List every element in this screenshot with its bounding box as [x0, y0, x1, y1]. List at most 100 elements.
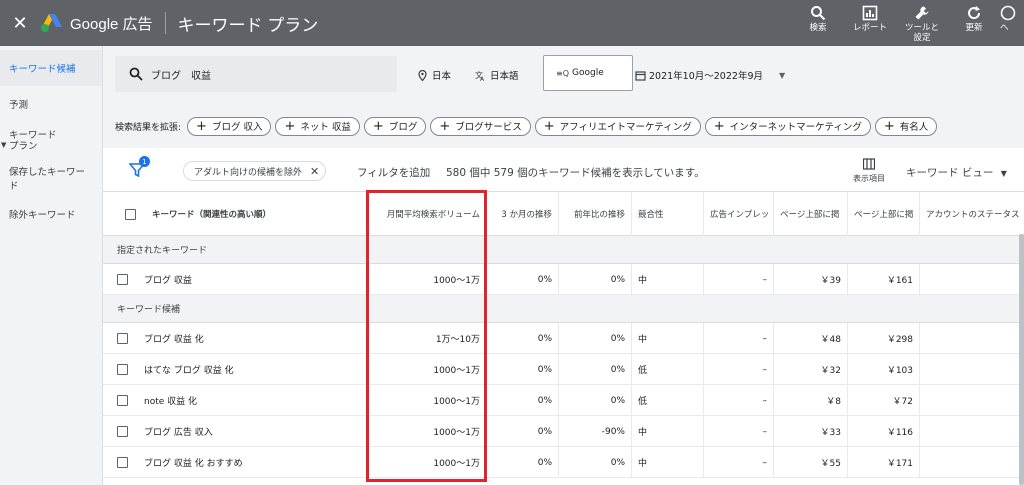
- help-button-label: ヘ: [1000, 23, 1009, 33]
- columns-label: 表示項目: [853, 174, 885, 183]
- bid-high-cell: ￥116: [848, 416, 920, 447]
- row-checkbox[interactable]: [117, 333, 128, 344]
- bid-low-cell: ￥48: [774, 323, 848, 354]
- table-row[interactable]: ブログ 収益 化 1万～10万 0% 0% 中 – ￥48 ￥298: [103, 323, 1024, 354]
- date-range-selector[interactable]: 2021年10月～2022年9月 ▼: [635, 68, 785, 82]
- sidebar-item-forecast[interactable]: 予測: [0, 86, 102, 122]
- sidebar-item-saved-keywords[interactable]: 保存したキーワード: [0, 160, 102, 196]
- plus-icon: +: [439, 118, 451, 134]
- calendar-icon: [635, 70, 646, 81]
- yoy-cell: 0%: [559, 323, 632, 354]
- report-icon: [862, 5, 878, 21]
- row-checkbox[interactable]: [117, 395, 128, 406]
- bid-high-cell: ￥298: [848, 323, 920, 354]
- competition-cell: 低: [632, 385, 704, 416]
- location-selector[interactable]: 日本: [417, 68, 451, 82]
- bid-low-cell: ￥33: [774, 416, 848, 447]
- row-checkbox[interactable]: [117, 457, 128, 468]
- scrollbar[interactable]: [1019, 234, 1024, 485]
- plus-icon: +: [372, 118, 384, 134]
- keyword-text: ブログ 収益 化: [144, 335, 204, 345]
- trend-3m-cell: 0%: [487, 447, 559, 478]
- report-button[interactable]: レポート: [844, 0, 896, 46]
- close-icon[interactable]: ✕: [310, 165, 319, 178]
- plus-icon: +: [883, 118, 895, 134]
- date-range-label: 2021年10月～2022年9月: [649, 71, 763, 82]
- competition-cell: 中: [632, 323, 704, 354]
- column-header-top-bid-high[interactable]: ページ上部に掲: [848, 192, 920, 236]
- table-row[interactable]: ブログ 広告 収入 1000～1万 0% -90% 中 – ￥33 ￥116: [103, 416, 1024, 447]
- row-checkbox[interactable]: [117, 426, 128, 437]
- status-cell: [920, 264, 1024, 295]
- add-filter-button[interactable]: フィルタを追加: [357, 165, 430, 180]
- search-input[interactable]: ブログ 収益: [115, 56, 397, 92]
- brand-name: Google 広告: [70, 15, 153, 33]
- sidebar-item-keyword-plan[interactable]: ▼ キーワード プラン: [0, 122, 102, 160]
- view-selector[interactable]: キーワード ビュー ▼: [906, 165, 1007, 180]
- tools-button[interactable]: ツールと 設定: [896, 0, 948, 46]
- row-checkbox[interactable]: [117, 274, 128, 285]
- yoy-cell: 0%: [559, 447, 632, 478]
- competition-cell: 低: [632, 354, 704, 385]
- keyword-cell: ブログ 収益 化 おすすめ: [103, 447, 370, 478]
- suggestion-chip[interactable]: + アフィリエイトマーケティング: [534, 116, 701, 136]
- keyword-cell: ブログ 広告 収入: [103, 416, 370, 447]
- suggestion-chip[interactable]: + ブログ: [363, 116, 427, 136]
- main-panel: ブログ 収益 日本 文A 日本語 ≡Q Google 2021年10月～2022…: [103, 46, 1024, 485]
- column-header-3month[interactable]: 3 か月の推移: [487, 192, 559, 236]
- bid-high-cell: ￥171: [848, 447, 920, 478]
- column-header-yoy[interactable]: 前年比の推移: [559, 192, 632, 236]
- table-row[interactable]: はてな ブログ 収益 化 1000～1万 0% 0% 低 – ￥32 ￥103: [103, 354, 1024, 385]
- column-header-keyword[interactable]: キーワード（関連性の高い順）: [103, 192, 370, 236]
- trend-3m-cell: 0%: [487, 264, 559, 295]
- suggestion-chip[interactable]: + ブログ 収入: [187, 116, 272, 136]
- close-icon[interactable]: ✕: [0, 13, 40, 34]
- bid-high-cell: ￥103: [848, 354, 920, 385]
- column-header-volume[interactable]: 月間平均検索ボリューム: [370, 192, 487, 236]
- network-selector[interactable]: ≡Q Google: [543, 55, 633, 91]
- keyword-table: キーワード（関連性の高い順） 月間平均検索ボリューム 3 か月の推移 前年比の推…: [103, 192, 1024, 478]
- table-row[interactable]: note 収益 化 1000～1万 0% 0% 低 – ￥8 ￥72: [103, 385, 1024, 416]
- suggestion-chip[interactable]: + ネット 収益: [275, 116, 360, 136]
- sidebar-item-keyword-ideas[interactable]: キーワード候補: [0, 50, 102, 86]
- language-selector[interactable]: 文A 日本語: [475, 68, 519, 83]
- table-row[interactable]: ブログ 収益 化 おすすめ 1000～1万 0% 0% 中 – ￥55 ￥171: [103, 447, 1024, 478]
- yoy-cell: -90%: [559, 416, 632, 447]
- bid-low-cell: ￥39: [774, 264, 848, 295]
- row-checkbox[interactable]: [117, 364, 128, 375]
- column-header-top-bid-low[interactable]: ページ上部に掲: [774, 192, 848, 236]
- impression-cell: –: [704, 447, 774, 478]
- suggestion-chip[interactable]: + 有名人: [874, 116, 938, 136]
- google-ads-logo-icon: [40, 12, 64, 34]
- suggestion-chip[interactable]: + インターネットマーケティング: [704, 116, 871, 136]
- column-header-account-status[interactable]: アカウントのステータス: [920, 192, 1024, 236]
- help-button[interactable]: ヘ: [1000, 0, 1024, 46]
- select-all-checkbox[interactable]: [125, 208, 136, 220]
- sidebar-item-negative-keywords[interactable]: 除外キーワード: [0, 196, 102, 232]
- column-header-competition[interactable]: 競合性: [632, 192, 704, 236]
- trend-3m-cell: 0%: [487, 416, 559, 447]
- adult-filter-chip[interactable]: アダルト向けの候補を除外 ✕: [183, 161, 327, 181]
- column-header-impression[interactable]: 広告インプレッ: [704, 192, 774, 236]
- trend-3m-cell: 0%: [487, 385, 559, 416]
- report-button-label: レポート: [852, 23, 887, 33]
- caret-down-icon: ▼: [1, 141, 7, 149]
- search-button[interactable]: 検索: [792, 0, 844, 46]
- yoy-cell: 0%: [559, 264, 632, 295]
- volume-cell: 1000～1万: [370, 354, 487, 385]
- impression-cell: –: [704, 323, 774, 354]
- keyword-cell: ブログ 収益 化: [103, 323, 370, 354]
- language-label: 日本語: [490, 71, 519, 82]
- table-row[interactable]: ブログ 収益 1000～1万 0% 0% 中 – ￥39 ￥161: [103, 264, 1024, 295]
- yoy-cell: 0%: [559, 385, 632, 416]
- sidebar: キーワード候補 予測 ▼ キーワード プラン 保存したキーワード 除外キーワード: [0, 46, 103, 485]
- volume-cell: 1万～10万: [370, 323, 487, 354]
- suggestion-chip[interactable]: + ブログサービス: [430, 116, 531, 136]
- refresh-button[interactable]: 更新: [948, 0, 1000, 46]
- chip-label: ブログサービス: [455, 122, 522, 133]
- plus-icon: +: [713, 118, 725, 134]
- keyword-text: ブログ 収益: [144, 276, 192, 286]
- columns-button[interactable]: 表示項目: [847, 158, 891, 184]
- location-label: 日本: [432, 71, 452, 82]
- chip-label: ネット 収益: [300, 122, 351, 133]
